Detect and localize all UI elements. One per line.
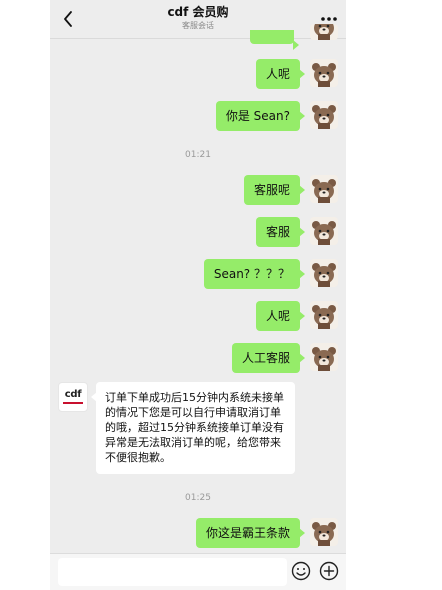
bear-avatar-icon[interactable]: [310, 259, 338, 287]
shop-avatar[interactable]: cdf: [58, 382, 88, 412]
cdf-logo: cdf: [64, 389, 82, 400]
chat-screen: cdf 会员购 客服会话 人呢 你是 Sean? 01:21 客服呢 客服 Se…: [50, 0, 346, 590]
emoji-button[interactable]: [290, 560, 312, 582]
plus-icon: [319, 561, 339, 581]
cdf-logo-bar: [63, 402, 83, 404]
message-input[interactable]: [58, 558, 287, 586]
message-bubble-self[interactable]: 客服: [255, 217, 306, 247]
message-bubble-self[interactable]: Sean? ？？？: [203, 259, 306, 289]
message-row: 客服: [50, 217, 346, 247]
bear-avatar-icon[interactable]: [310, 24, 338, 40]
chat-title: cdf 会员购: [167, 5, 229, 19]
plus-button[interactable]: [318, 560, 340, 582]
message-bubble-self[interactable]: 你这是霸王条款: [195, 518, 306, 548]
bear-avatar-icon[interactable]: [310, 518, 338, 546]
message-bubble-other[interactable]: 订单下单成功后15分钟内系统未接单的情况下您是可以自行申请取消订单的哦，超过15…: [91, 382, 295, 474]
message-row: 你是 Sean?: [50, 101, 346, 131]
message-row: 人呢: [50, 301, 346, 331]
bear-avatar-icon[interactable]: [310, 59, 338, 87]
message-row: 人工客服: [50, 343, 346, 373]
bear-avatar-icon[interactable]: [310, 301, 338, 329]
message-row: 人呢: [50, 59, 346, 89]
message-row: 客服呢: [50, 175, 346, 205]
message-bubble-self[interactable]: 人呢: [255, 59, 306, 89]
timestamp: 01:25: [185, 493, 211, 503]
message-bubble-self[interactable]: 客服呢: [243, 175, 306, 205]
input-bar: [50, 553, 346, 590]
timestamp: 01:21: [185, 150, 211, 160]
bear-avatar-icon[interactable]: [310, 175, 338, 203]
more-dots-icon: [321, 17, 337, 21]
message-row: 你这是霸王条款: [50, 518, 346, 548]
message-bubble-self[interactable]: 人呢: [255, 301, 306, 331]
bear-avatar-icon[interactable]: [310, 217, 338, 245]
message-bubble-self[interactable]: 人工客服: [231, 343, 306, 373]
message-partial: [50, 24, 346, 60]
bear-avatar-icon[interactable]: [310, 101, 338, 129]
bear-avatar-icon[interactable]: [310, 343, 338, 371]
message-bubble-partial[interactable]: [250, 30, 299, 50]
message-row: Sean? ？？？: [50, 259, 346, 289]
message-bubble-self[interactable]: 你是 Sean?: [215, 101, 306, 131]
chat-title-area: cdf 会员购 客服会话: [50, 5, 346, 31]
emoji-icon: [291, 561, 311, 581]
